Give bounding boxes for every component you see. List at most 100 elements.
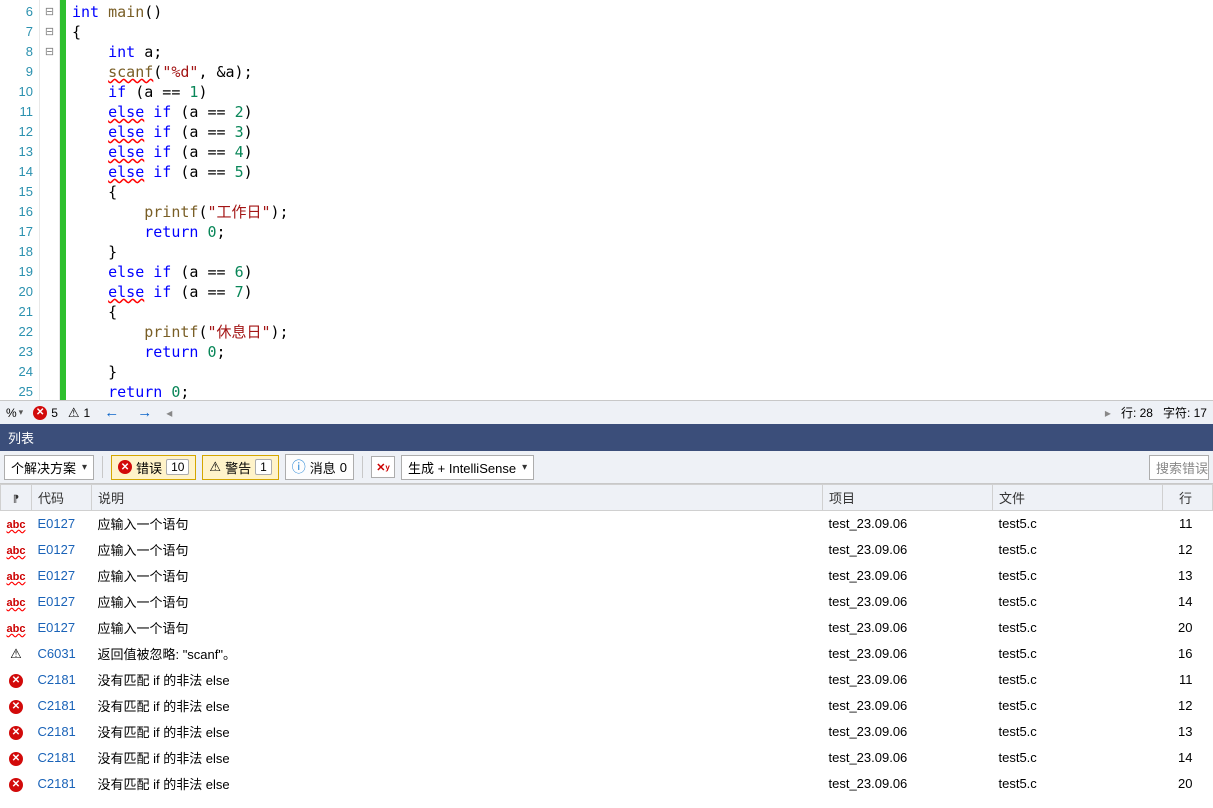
table-row[interactable]: abcE0127应输入一个语句test_23.09.06test5.c20 [1, 615, 1213, 641]
cell-file: test5.c [993, 693, 1163, 719]
cell-project: test_23.09.06 [823, 693, 993, 719]
cell-file: test5.c [993, 511, 1163, 537]
table-row[interactable]: ⚠ C6031 返回值被忽略: "scanf"。test_23.09.06test5… [1, 641, 1213, 667]
code-editor[interactable]: 678910111213141516171819202122232425 ⊟⊟⊟… [0, 0, 1213, 400]
cell-description: 没有匹配 if 的非法 else [91, 667, 822, 693]
column-header-line[interactable]: 行 [1163, 485, 1213, 511]
errors-filter-count: 10 [166, 459, 189, 475]
cell-code: E0127 [31, 563, 91, 589]
clear-button[interactable]: ✕y [371, 456, 395, 478]
error-code-link[interactable]: C2181 [37, 672, 75, 687]
table-row[interactable]: ✕C2181没有匹配 if 的非法 elsetest_23.09.06test5… [1, 667, 1213, 693]
column-header-code[interactable]: 代码 [31, 485, 91, 511]
cell-code: C2181 [31, 771, 91, 797]
nav-prev-button[interactable]: ← [100, 404, 123, 421]
column-header-desc[interactable]: 说明 [91, 485, 822, 511]
table-row[interactable]: abcE0127应输入一个语句test_23.09.06test5.c14 [1, 589, 1213, 615]
error-list-grid[interactable]: ⁋ 代码 说明 项目 文件 行 abcE0127应输入一个语句test_23.0… [0, 484, 1213, 808]
errors-filter-button[interactable]: ✕ 错误 10 [111, 455, 196, 480]
table-row[interactable]: abcE0127应输入一个语句test_23.09.06test5.c12 [1, 537, 1213, 563]
warning-icon: ⚠ [209, 459, 221, 475]
error-code-link[interactable]: E0127 [37, 542, 75, 557]
cursor-line: 行: 28 [1121, 404, 1153, 421]
cell-description: 返回值被忽略: "scanf"。 [91, 641, 822, 667]
warning-icon: ⚠ [68, 405, 80, 421]
zoom-dropdown[interactable]: % [6, 406, 23, 420]
cell-code: C6031 [31, 641, 91, 667]
error-code-link[interactable]: C2181 [37, 750, 75, 765]
column-header-file[interactable]: 文件 [993, 485, 1163, 511]
table-header-row[interactable]: ⁋ 代码 说明 项目 文件 行 [1, 485, 1213, 511]
nav-next-button[interactable]: → [133, 404, 156, 421]
cell-file: test5.c [993, 719, 1163, 745]
search-input[interactable]: 搜索错误 [1149, 455, 1209, 480]
error-count[interactable]: 5 [51, 406, 58, 420]
warnings-filter-count: 1 [255, 459, 272, 475]
warnings-filter-label: 警告 [225, 458, 251, 477]
cell-file: test5.c [993, 563, 1163, 589]
cell-severity: ✕ [1, 771, 32, 797]
warning-icon: ⚠ [10, 646, 22, 661]
cell-description: 没有匹配 if 的非法 else [91, 719, 822, 745]
cell-line: 13 [1163, 563, 1213, 589]
cell-code: E0127 [31, 615, 91, 641]
table-row[interactable]: abcE0127应输入一个语句test_23.09.06test5.c11 [1, 511, 1213, 537]
cell-severity: abc [1, 615, 32, 641]
error-icon: ✕ [9, 778, 23, 792]
error-icon: ✕ [9, 700, 23, 714]
error-icon: ✕ [9, 674, 23, 688]
table-row[interactable]: ✕C2181没有匹配 if 的非法 elsetest_23.09.06test5… [1, 719, 1213, 745]
cell-project: test_23.09.06 [823, 589, 993, 615]
warnings-filter-button[interactable]: ⚠ 警告 1 [202, 455, 278, 480]
warning-count[interactable]: 1 [84, 406, 91, 420]
error-code-link[interactable]: E0127 [37, 620, 75, 635]
scope-dropdown[interactable]: 个解决方案 [4, 455, 94, 480]
table-row[interactable]: abcE0127应输入一个语句test_23.09.06test5.c13 [1, 563, 1213, 589]
code-content[interactable]: int main(){ int a; scanf("%d", &a); if (… [66, 0, 1213, 400]
line-number-gutter[interactable]: 678910111213141516171819202122232425 [0, 0, 40, 400]
error-icon: ✕ [33, 406, 47, 420]
cell-file: test5.c [993, 615, 1163, 641]
errors-filter-label: 错误 [136, 458, 162, 477]
cell-line: 20 [1163, 615, 1213, 641]
cell-code: E0127 [31, 537, 91, 563]
cell-description: 没有匹配 if 的非法 else [91, 693, 822, 719]
cursor-char: 字符: 17 [1163, 404, 1207, 421]
error-code-link[interactable]: C2181 [37, 698, 75, 713]
error-code-link[interactable]: E0127 [37, 568, 75, 583]
intellisense-icon: abc [7, 597, 26, 609]
cell-file: test5.c [993, 667, 1163, 693]
cell-file: test5.c [993, 641, 1163, 667]
messages-filter-button[interactable]: ⓘ 消息 0 [285, 454, 354, 480]
cell-severity: abc [1, 589, 32, 615]
cell-code: C2181 [31, 719, 91, 745]
cell-project: test_23.09.06 [823, 641, 993, 667]
cell-code: E0127 [31, 589, 91, 615]
info-icon: ⓘ [292, 457, 306, 477]
intellisense-icon: abc [7, 519, 26, 531]
error-code-link[interactable]: E0127 [37, 594, 75, 609]
cell-code: C2181 [31, 745, 91, 771]
intellisense-icon: abc [7, 571, 26, 583]
cell-line: 12 [1163, 537, 1213, 563]
intellisense-icon: abc [7, 545, 26, 557]
error-code-link[interactable]: C6031 [37, 646, 75, 661]
error-code-link[interactable]: C2181 [37, 776, 75, 791]
editor-status-bar: % ✕ 5 ⚠ 1 ← → ◂ ▸ 行: 28 字符: 17 [0, 400, 1213, 424]
cell-severity: ⚠ [1, 641, 32, 667]
table-row[interactable]: ✕C2181没有匹配 if 的非法 elsetest_23.09.06test5… [1, 745, 1213, 771]
error-code-link[interactable]: E0127 [37, 516, 75, 531]
error-code-link[interactable]: C2181 [37, 724, 75, 739]
table-row[interactable]: ✕ C2181 没有匹配 if 的非法 elsetest_23.09.06test5… [1, 693, 1213, 719]
cell-description: 应输入一个语句 [91, 511, 822, 537]
table-row[interactable]: ✕C2181没有匹配 if 的非法 elsetest_23.09.06test5… [1, 771, 1213, 797]
cell-line: 12 [1163, 693, 1213, 719]
cell-description: 应输入一个语句 [91, 563, 822, 589]
source-dropdown[interactable]: 生成 + IntelliSense [401, 455, 534, 480]
cell-project: test_23.09.06 [823, 537, 993, 563]
column-header-project[interactable]: 项目 [823, 485, 993, 511]
fold-gutter[interactable]: ⊟⊟⊟ [40, 0, 60, 400]
column-header-severity[interactable]: ⁋ [1, 485, 32, 511]
cell-file: test5.c [993, 745, 1163, 771]
cell-severity: abc [1, 537, 32, 563]
